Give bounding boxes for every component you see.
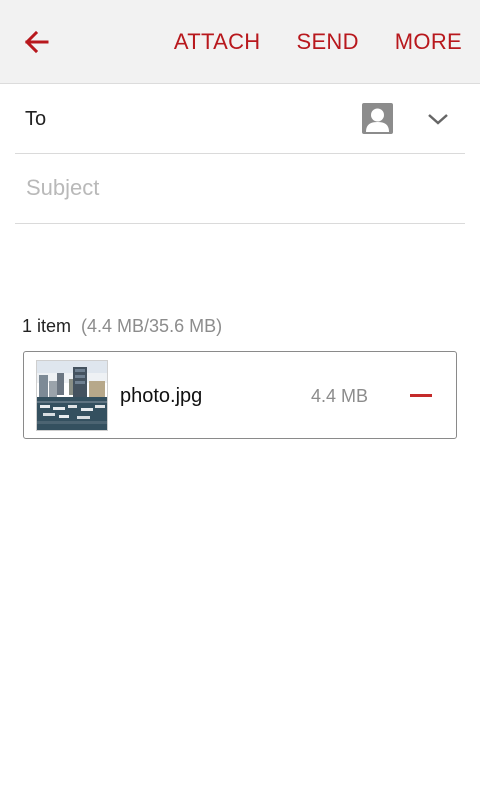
contact-picker-button[interactable] bbox=[362, 103, 393, 134]
minus-icon bbox=[410, 393, 432, 397]
contact-person-icon bbox=[362, 103, 393, 134]
to-field-row[interactable]: To bbox=[15, 84, 465, 154]
arrow-left-icon bbox=[24, 30, 49, 54]
subject-field-row bbox=[15, 154, 465, 224]
send-button[interactable]: SEND bbox=[296, 29, 358, 55]
subject-input[interactable] bbox=[15, 154, 465, 222]
attachment-item[interactable]: photo.jpg 4.4 MB bbox=[23, 351, 457, 439]
to-label: To bbox=[25, 108, 47, 130]
expand-recipients-button[interactable] bbox=[425, 106, 451, 132]
back-button[interactable] bbox=[14, 20, 58, 64]
chevron-down-icon bbox=[428, 114, 448, 125]
more-button[interactable]: MORE bbox=[395, 29, 462, 55]
attach-button[interactable]: ATTACH bbox=[174, 29, 261, 55]
compose-toolbar: ATTACH SEND MORE bbox=[0, 0, 480, 84]
attachment-thumbnail bbox=[36, 360, 108, 431]
attachment-count: 1 item bbox=[22, 316, 72, 336]
attachment-size-summary: (4.4 MB/35.6 MB) bbox=[81, 316, 223, 336]
attachment-file-name: photo.jpg bbox=[120, 385, 203, 407]
remove-attachment-button[interactable] bbox=[402, 376, 440, 414]
attachment-summary: 1 item (4.4 MB/35.6 MB) bbox=[22, 314, 222, 338]
attachment-file-size: 4.4 MB bbox=[311, 386, 369, 406]
